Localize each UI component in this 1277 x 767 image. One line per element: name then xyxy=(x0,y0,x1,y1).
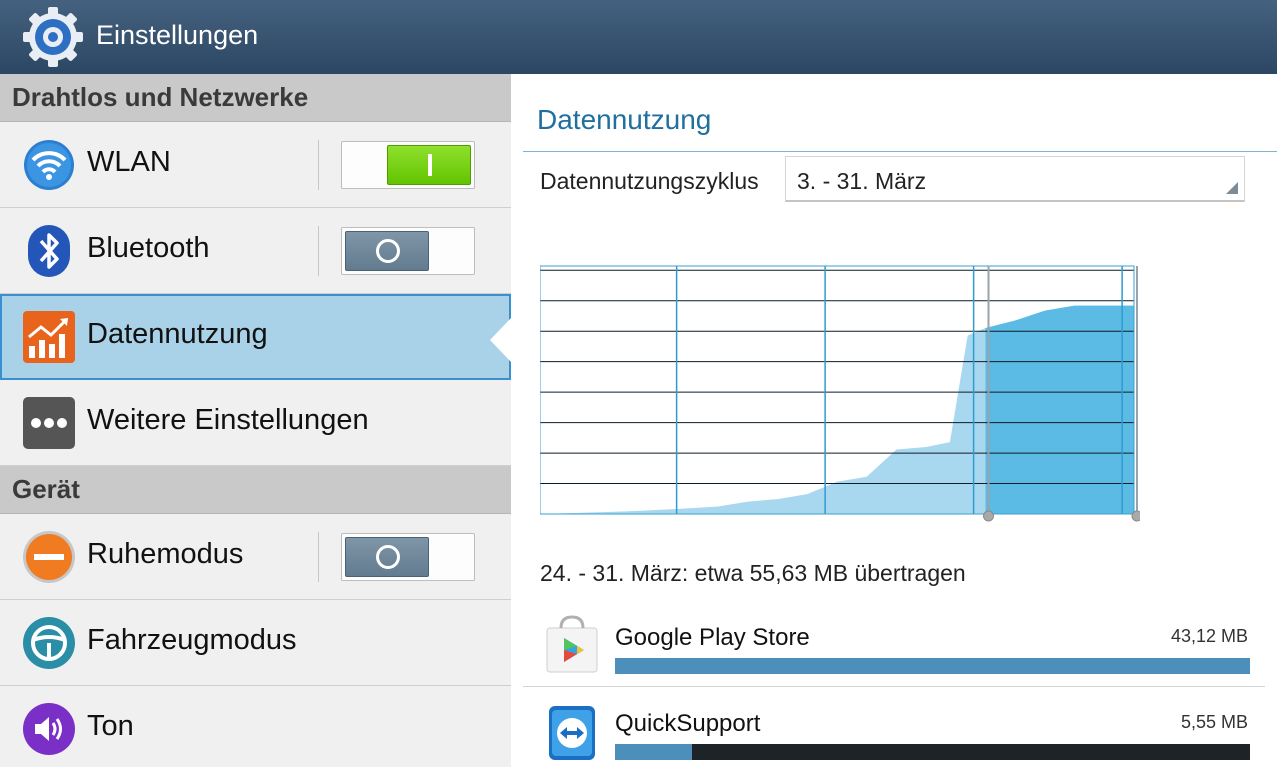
data-usage-icon xyxy=(23,311,75,363)
app-usage-row[interactable]: QuickSupport 5,55 MB xyxy=(523,700,1263,767)
usage-bar-fill xyxy=(615,744,692,760)
sidebar-item-label: WLAN xyxy=(87,146,171,178)
bluetooth-toggle[interactable] xyxy=(341,227,475,275)
usage-bar-fill xyxy=(615,658,1250,674)
divider xyxy=(318,532,319,582)
sidebar-item-driving-mode[interactable]: Fahrzeugmodus xyxy=(0,600,511,686)
wlan-toggle[interactable] xyxy=(341,141,475,189)
data-usage-chart[interactable] xyxy=(540,264,1140,524)
sidebar-item-more-settings[interactable]: Weitere Einstellungen xyxy=(0,380,511,466)
toggle-knob xyxy=(345,231,429,271)
blocking-mode-icon xyxy=(23,531,75,583)
cycle-value: 3. - 31. März xyxy=(797,168,927,194)
sidebar-item-label: Ton xyxy=(87,710,134,742)
usage-bar xyxy=(615,658,1250,674)
page-title: Datennutzung xyxy=(537,104,712,135)
cycle-dropdown[interactable]: 3. - 31. März xyxy=(785,156,1245,202)
settings-sidebar: Drahtlos und Netzwerke WLAN Bluetooth Da… xyxy=(0,74,511,767)
section-header-device: Gerät xyxy=(0,466,511,514)
steering-wheel-icon xyxy=(23,617,75,669)
sidebar-item-label: Bluetooth xyxy=(87,232,210,264)
toggle-knob xyxy=(345,537,429,577)
section-header-wireless: Drahtlos und Netzwerke xyxy=(0,74,511,122)
sidebar-item-sound[interactable]: Ton xyxy=(0,686,511,767)
sidebar-item-label: Ruhemodus xyxy=(87,538,244,570)
sidebar-item-bluetooth[interactable]: Bluetooth xyxy=(0,208,511,294)
sidebar-item-data-usage[interactable]: Datennutzung xyxy=(0,294,511,380)
range-handle[interactable] xyxy=(983,510,994,522)
sidebar-item-label: Datennutzung xyxy=(87,318,268,350)
quicksupport-icon xyxy=(549,706,595,760)
range-handle[interactable] xyxy=(1131,510,1140,522)
app-usage-size: 5,55 MB xyxy=(1180,712,1248,732)
title-divider xyxy=(523,151,1277,152)
blocking-mode-toggle[interactable] xyxy=(341,533,475,581)
divider xyxy=(318,140,319,190)
more-icon xyxy=(23,397,75,449)
toggle-knob xyxy=(387,145,471,185)
divider xyxy=(318,226,319,276)
detail-pane: Datennutzung Datennutzungszyklus 3. - 31… xyxy=(511,74,1277,767)
app-name: QuickSupport xyxy=(615,710,761,737)
usage-summary: 24. - 31. März: etwa 55,63 MB übertragen xyxy=(540,560,966,586)
list-divider xyxy=(523,686,1265,687)
usage-bar xyxy=(615,744,1250,760)
wifi-icon xyxy=(24,140,74,190)
selection-pointer xyxy=(490,318,511,362)
bluetooth-icon xyxy=(28,225,70,277)
sidebar-item-wlan[interactable]: WLAN xyxy=(0,122,511,208)
app-name: Google Play Store xyxy=(615,624,810,651)
play-store-icon xyxy=(546,615,598,673)
cycle-label: Datennutzungszyklus xyxy=(540,168,759,194)
selected-range-area xyxy=(985,305,1134,514)
dropdown-caret-icon xyxy=(1226,182,1238,194)
app-title: Einstellungen xyxy=(96,20,259,50)
app-usage-size: 43,12 MB xyxy=(1170,626,1248,646)
action-bar: Einstellungen xyxy=(0,0,1277,74)
sidebar-item-label: Weitere Einstellungen xyxy=(87,404,369,436)
sidebar-item-blocking-mode[interactable]: Ruhemodus xyxy=(0,514,511,600)
speaker-icon xyxy=(23,703,75,755)
sidebar-item-label: Fahrzeugmodus xyxy=(87,624,297,656)
gear-icon[interactable] xyxy=(22,6,84,68)
